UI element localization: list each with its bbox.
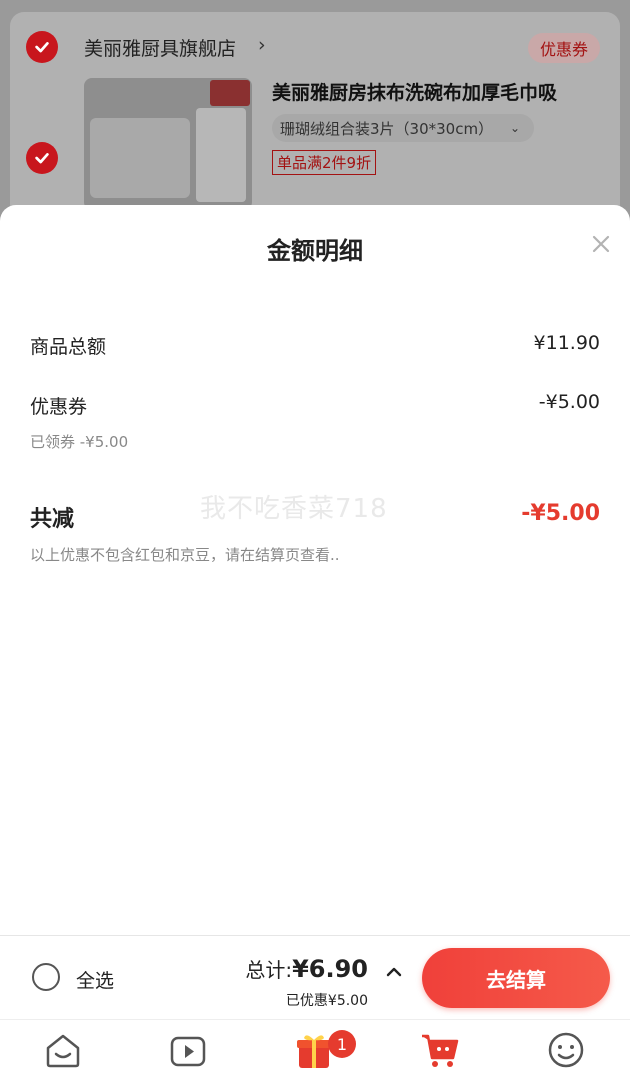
chevron-up-icon[interactable] xyxy=(385,964,403,978)
gift-icon[interactable] xyxy=(294,1030,334,1070)
package-image xyxy=(196,108,246,202)
coupon-claimed-note: 已领券 -¥5.00 xyxy=(30,433,129,451)
select-all-radio[interactable] xyxy=(32,963,60,991)
home-icon[interactable] xyxy=(43,1030,83,1070)
product-thumbnail[interactable] xyxy=(84,78,252,210)
towel-image xyxy=(90,118,190,198)
discount-summary: 已优惠¥5.00 xyxy=(285,993,368,1009)
amount-detail-sheet: 金额明细 商品总额 ¥11.90 优惠券 -¥5.00 已领券 -¥5.00 我… xyxy=(0,205,630,935)
checkout-bar: 全选 总计:¥6.90 已优惠¥5.00 去结算 xyxy=(0,935,630,1020)
coupon-button[interactable]: 优惠券 xyxy=(528,33,600,63)
promo-tag: 单品满2件9折 xyxy=(272,150,377,175)
cart-count-badge: 1 xyxy=(328,1030,356,1058)
select-all-label[interactable]: 全选 xyxy=(76,966,114,993)
chevron-down-icon: ⌄ xyxy=(509,121,520,135)
total-prefix: 总计: xyxy=(245,958,293,982)
goods-total-value: ¥11.90 xyxy=(533,332,600,354)
product-title[interactable]: 美丽雅厨房抹布洗碗布加厚毛巾吸 xyxy=(272,78,557,105)
video-icon[interactable] xyxy=(168,1030,208,1070)
discount-note: 以上优惠不包含红包和京豆，请在结算页查看.. xyxy=(30,546,340,564)
dimmed-background[interactable]: 美丽雅厨具旗舰店 › 优惠券 美丽雅厨房抹布洗碗布加厚毛巾吸 珊瑚绒组合装3片（… xyxy=(0,0,630,242)
total-summary[interactable]: 总计:¥6.90 xyxy=(245,954,368,983)
sheet-title: 金额明细 xyxy=(267,237,363,265)
cart-icon[interactable] xyxy=(420,1030,460,1070)
store-name[interactable]: 美丽雅厨具旗舰店 xyxy=(84,34,236,61)
chevron-right-icon: › xyxy=(258,34,266,56)
store-check-icon[interactable] xyxy=(26,31,58,63)
variant-selector[interactable]: 珊瑚绒组合装3片（30*30cm） ⌄ xyxy=(272,114,534,142)
watermark: 我不吃香菜718 xyxy=(200,494,388,524)
coupon-value: -¥5.00 xyxy=(538,391,600,413)
coupon-label: 优惠券 xyxy=(30,396,88,418)
profile-icon[interactable] xyxy=(546,1030,586,1070)
total-reduction-value: -¥5.00 xyxy=(521,501,600,526)
total-amount: ¥6.90 xyxy=(292,955,368,983)
promo-badge-image xyxy=(210,80,250,106)
tab-bar xyxy=(0,1019,630,1073)
checkout-button[interactable]: 去结算 xyxy=(422,948,610,1008)
variant-label: 珊瑚绒组合装3片（30*30cm） xyxy=(280,119,494,138)
goods-total-label: 商品总额 xyxy=(30,336,107,358)
total-reduction-label: 共减 xyxy=(30,507,75,532)
close-icon[interactable] xyxy=(590,233,612,255)
product-check-icon[interactable] xyxy=(26,142,58,174)
